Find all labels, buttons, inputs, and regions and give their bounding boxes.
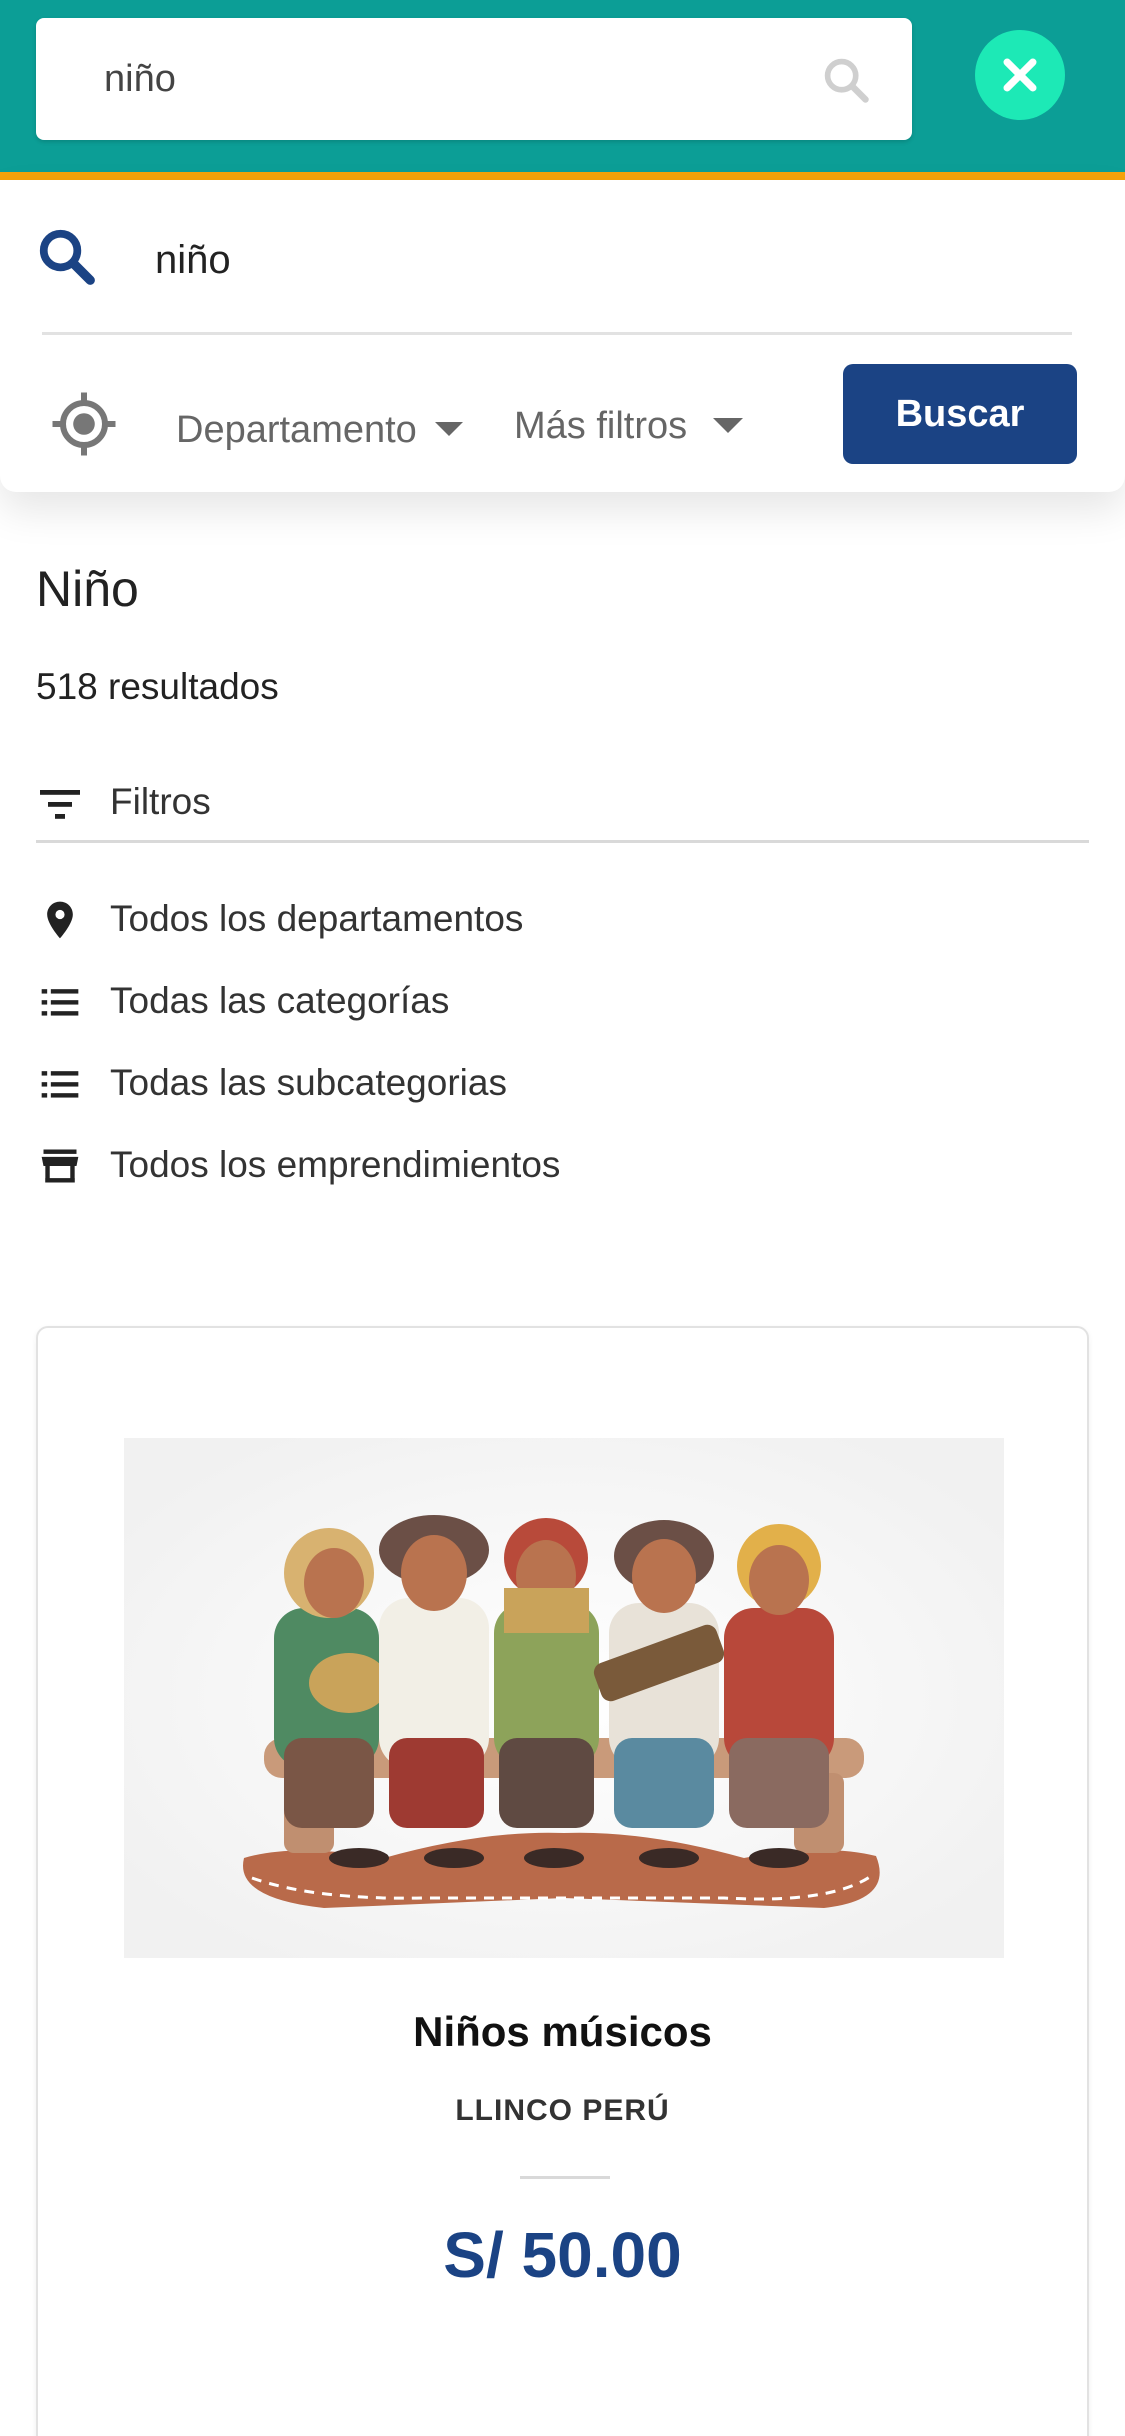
store-icon — [41, 1149, 79, 1183]
more-filters-label: Más filtros — [514, 405, 688, 447]
close-button[interactable] — [975, 30, 1065, 120]
locate-icon[interactable] — [48, 388, 120, 460]
product-card[interactable]: Niños músicos LLINCO PERÚ S/ 50.00 — [36, 1326, 1089, 2436]
search-icon[interactable] — [820, 54, 872, 106]
product-price: S/ 50.00 — [443, 2219, 682, 2291]
results-count: 518 resultados — [36, 666, 279, 707]
facet-categories[interactable]: Todas las categorías — [36, 966, 936, 1036]
filters-label: Filtros — [110, 781, 211, 822]
close-icon — [1003, 58, 1037, 92]
panel-divider — [42, 332, 1072, 335]
facet-label: Todas las subcategorias — [110, 1062, 507, 1103]
page-title: Niño — [36, 561, 139, 617]
search-icon[interactable] — [36, 226, 98, 288]
list-icon — [41, 989, 79, 1016]
facet-label: Todas las categorías — [110, 980, 450, 1021]
product-image[interactable] — [124, 1438, 1004, 1958]
product-brand[interactable]: LLINCO PERÚ — [38, 2094, 1087, 2128]
product-name[interactable]: Niños músicos — [38, 2008, 1087, 2056]
department-select-label: Departamento — [176, 409, 417, 451]
location-pin-icon — [47, 901, 73, 939]
search-button[interactable]: Buscar — [843, 364, 1077, 464]
filters-toggle[interactable]: Filtros — [36, 770, 1089, 844]
chevron-down-icon — [435, 422, 463, 436]
facet-label: Todos los departamentos — [110, 898, 524, 939]
facet-departments[interactable]: Todos los departamentos — [36, 884, 936, 954]
more-filters-select[interactable]: Más filtros — [514, 386, 687, 466]
top-bar: niño — [0, 0, 1125, 172]
panel-search-input[interactable]: niño — [155, 220, 231, 300]
chevron-down-icon — [713, 418, 743, 433]
department-select[interactable]: Departamento — [176, 390, 466, 470]
filter-icon — [40, 790, 80, 819]
top-search-value: niño — [104, 58, 176, 100]
facet-subcategories[interactable]: Todas las subcategorias — [36, 1048, 936, 1118]
search-panel: niño Departamento Más filtros Buscar — [0, 180, 1125, 492]
top-bar-accent-line — [0, 172, 1125, 180]
facet-label: Todos los emprendimientos — [110, 1144, 561, 1185]
list-icon — [41, 1071, 79, 1098]
top-search-input[interactable]: niño — [36, 18, 912, 140]
product-divider — [520, 2176, 610, 2179]
facet-businesses[interactable]: Todos los emprendimientos — [36, 1130, 936, 1200]
filters-divider — [36, 840, 1089, 843]
